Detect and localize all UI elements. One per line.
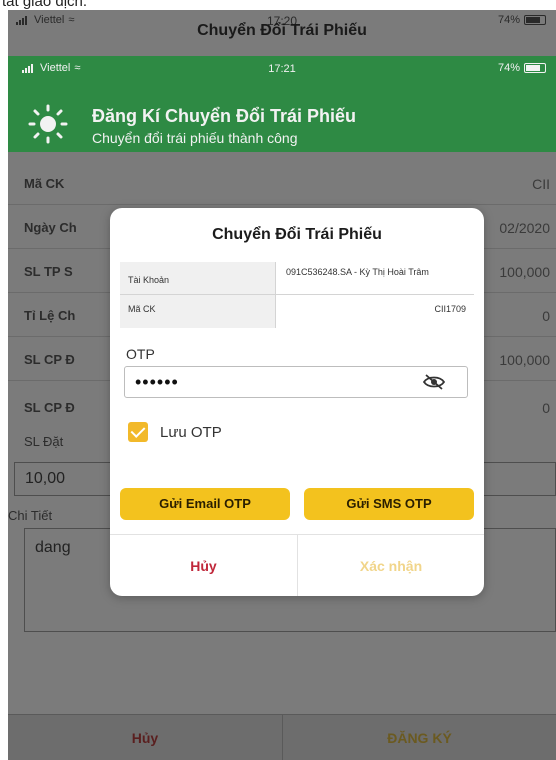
row-value: 02/2020 xyxy=(499,220,550,236)
row-label: Mã CK xyxy=(24,176,65,191)
row-value: 100,000 xyxy=(499,264,550,280)
inner-time: 17:21 xyxy=(268,63,296,75)
detail-value: dang xyxy=(35,539,71,556)
dialog-confirm-button[interactable]: Xác nhận xyxy=(297,535,484,596)
quantity-value: 10,00 xyxy=(25,470,66,487)
bottom-action-bar: Hủy ĐĂNG KÝ xyxy=(8,714,556,760)
dialog-cancel-button[interactable]: Hủy xyxy=(110,535,297,596)
save-otp-option[interactable]: Lưu OTP xyxy=(128,422,222,442)
otp-label: OTP xyxy=(126,346,155,362)
row-value: 0 xyxy=(542,400,550,416)
divider xyxy=(8,204,556,205)
send-sms-otp-button[interactable]: Gửi SMS OTP xyxy=(304,488,474,520)
dialog-title: Chuyển Đổi Trái Phiếu xyxy=(212,226,382,243)
row-value: CII xyxy=(532,176,550,192)
detail-label: Chi Tiết xyxy=(8,508,53,523)
dialog-footer: Hủy Xác nhận xyxy=(110,534,484,596)
table-row: Tài Khoản 091C536248.SA - Kỳ Thị Hoài Tr… xyxy=(120,262,474,295)
quantity-label: SL Đặt xyxy=(24,434,64,449)
row-label: SL CP Đ xyxy=(24,400,75,415)
row-label: SL CP Đ xyxy=(24,352,75,367)
account-value: 091C536248.SA - Kỳ Thị Hoài Trâm xyxy=(286,267,429,277)
battery-percent: 74% xyxy=(497,62,520,74)
notification-title: Đăng Kí Chuyển Đổi Trái Phiếu xyxy=(92,106,357,126)
row-label: SL TP S xyxy=(24,264,73,279)
row-value: 0 xyxy=(542,308,550,324)
code-value: CII1709 xyxy=(434,304,466,314)
save-otp-checkbox[interactable] xyxy=(128,422,148,442)
notification-subtitle: Chuyển đổi trái phiếu thành công xyxy=(92,130,298,146)
page-title: Chuyển Đổi Trái Phiếu xyxy=(197,22,367,39)
phone-screen: Viettel ≈ 17:20 74% Chuyển Đổi Trái Phiế… xyxy=(8,10,556,760)
info-table: Tài Khoản 091C536248.SA - Kỳ Thị Hoài Tr… xyxy=(120,262,474,328)
eye-slash-icon[interactable] xyxy=(423,374,445,390)
code-label: Mã CK xyxy=(128,304,156,314)
caption-text: tất giao dịch. xyxy=(0,0,556,10)
otp-dialog: Chuyển Đổi Trái Phiếu Tài Khoản 091C5362… xyxy=(110,208,484,596)
form-row: Mã CK CII xyxy=(8,170,556,200)
bottom-cancel-button[interactable]: Hủy xyxy=(8,715,282,760)
register-button[interactable]: ĐĂNG KÝ xyxy=(282,715,556,760)
otp-input[interactable]: •••••• xyxy=(124,366,468,398)
notification-banner[interactable]: Viettel ≈ 17:21 74% Đăng Kí Chuyển Đổi T… xyxy=(8,56,556,152)
inner-battery: 74% xyxy=(498,62,546,74)
send-email-otp-button[interactable]: Gửi Email OTP xyxy=(120,488,290,520)
row-label: Ngày Ch xyxy=(24,220,77,235)
save-otp-label: Lưu OTP xyxy=(160,423,222,441)
table-row: Mã CK CII1709 xyxy=(120,295,474,328)
battery-icon xyxy=(524,63,546,73)
row-value: 100,000 xyxy=(499,352,550,368)
otp-value: •••••• xyxy=(135,372,179,392)
account-label: Tài Khoản xyxy=(128,275,170,285)
sun-icon xyxy=(28,104,68,144)
row-label: Tỉ Lệ Ch xyxy=(24,308,76,323)
